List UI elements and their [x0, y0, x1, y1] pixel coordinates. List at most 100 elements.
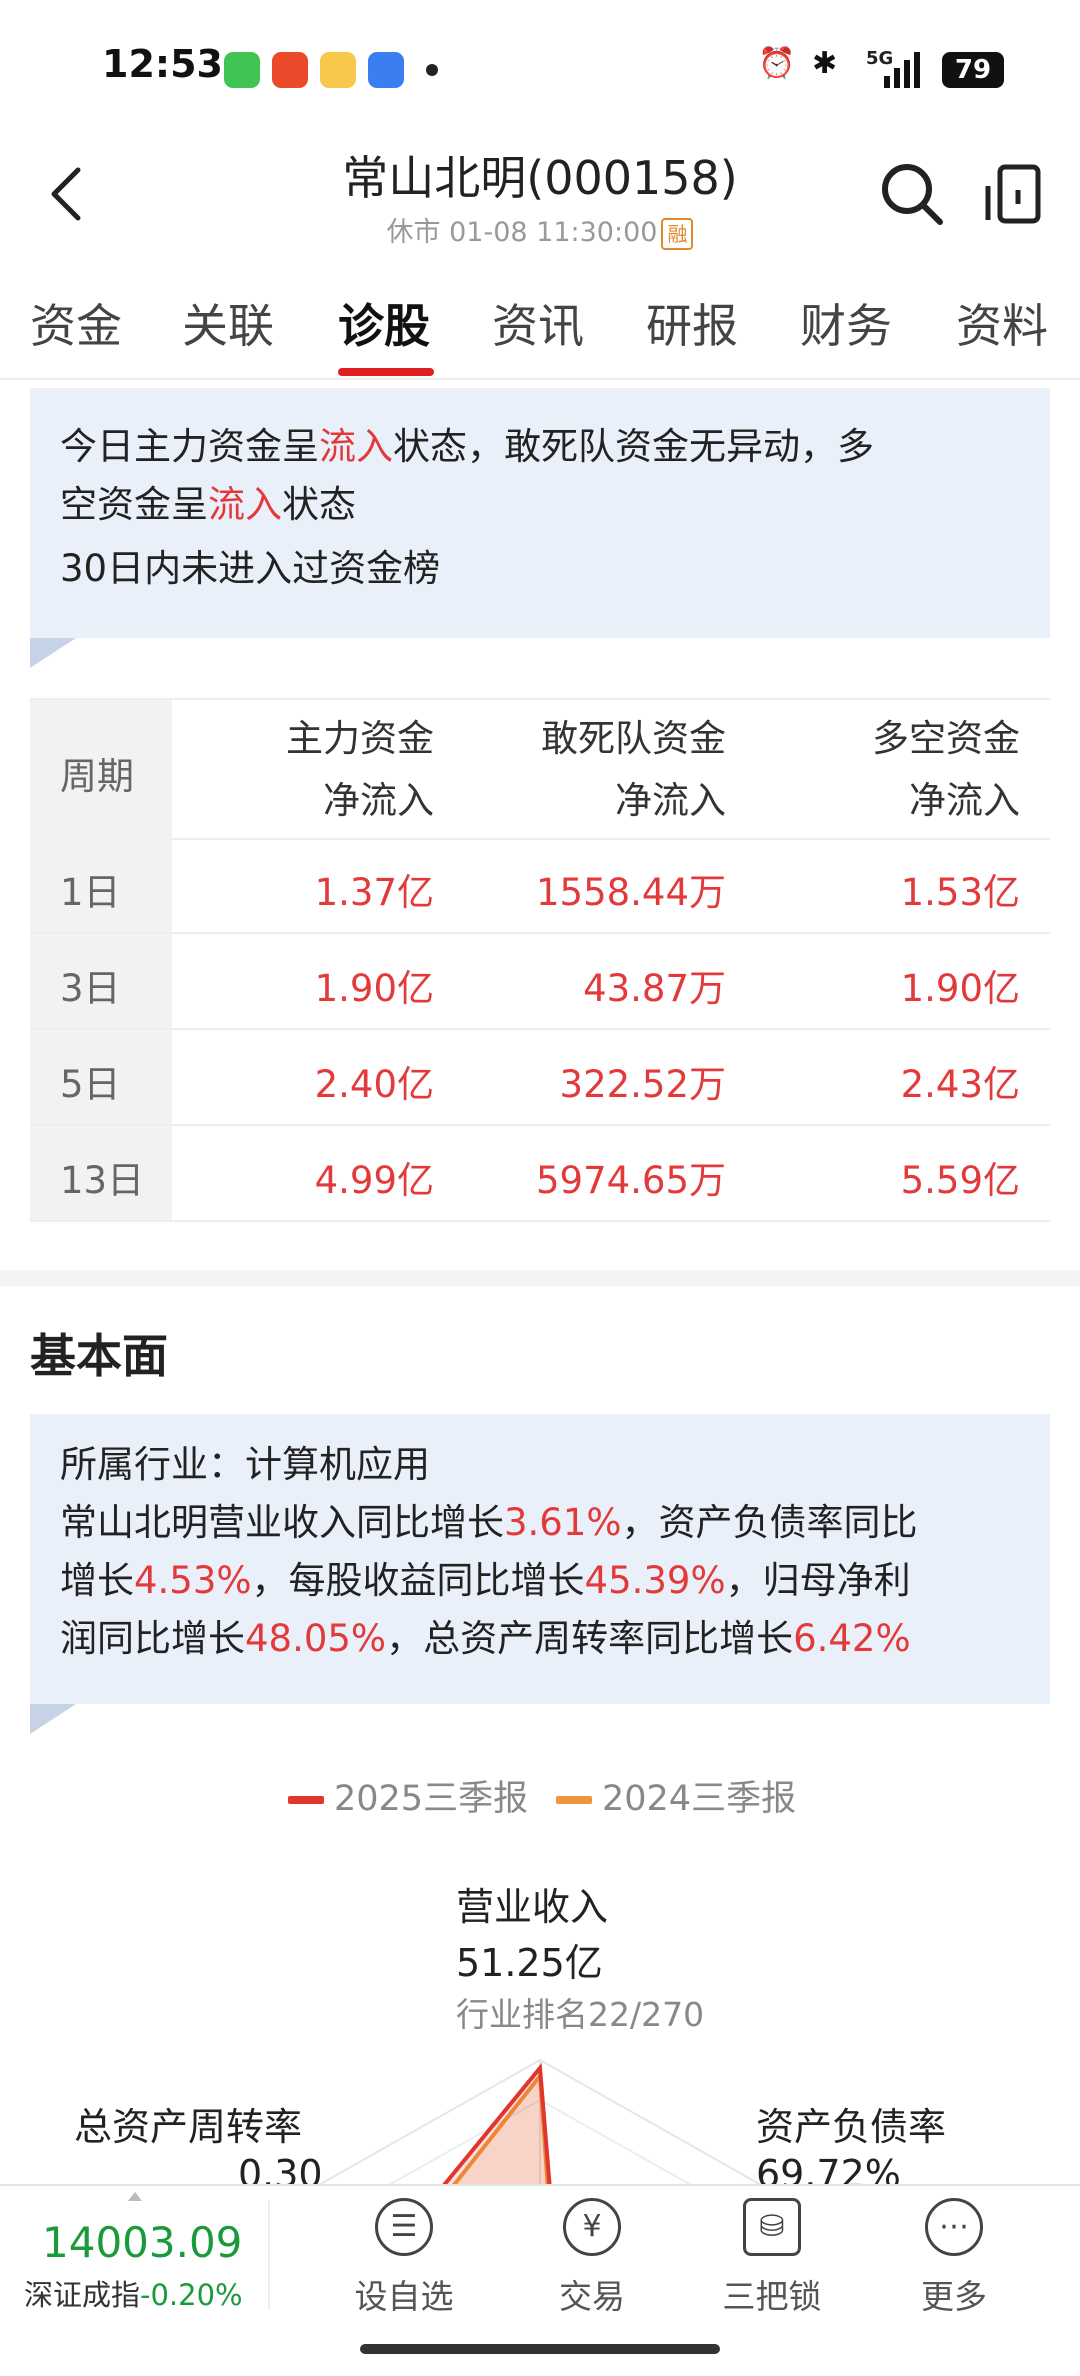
ls-flow-cell: 2.43亿 — [900, 1063, 1020, 1106]
legend-swatch — [556, 1796, 592, 1804]
summary-text: 今日主力资金呈 — [60, 425, 319, 468]
tab-bar: 资金 关联 诊股 资讯 研报 财务 资料 — [0, 290, 1080, 378]
bluetooth-icon: ✱ — [812, 46, 838, 81]
capital-summary-box: 今日主力资金呈流入状态，敢死队资金无异动，多 空资金呈流入状态 30日内未进入过… — [30, 388, 1050, 638]
nav-three-locks[interactable]: ⛁ 三把锁 — [702, 2198, 842, 2318]
fundamentals-box: 所属行业：计算机应用 常山北明营业收入同比增长3.61%，资产负债率同比 增长4… — [30, 1414, 1050, 1704]
nav-add-watchlist[interactable]: ☰ 设自选 — [334, 2198, 474, 2318]
nav-label: 三把锁 — [722, 2277, 822, 2316]
table-row[interactable]: 13日 4.99亿 5974.65万 5.59亿 — [30, 1126, 1050, 1222]
dare-flow-cell: 1558.44万 — [535, 871, 726, 914]
header-text: 主力资金 — [286, 717, 434, 760]
lock-icon: ⛁ — [743, 2198, 801, 2256]
tab-research[interactable]: 研报 — [646, 290, 738, 356]
fund-value: 3.61% — [504, 1501, 622, 1544]
table-header-row: 周期 主力资金 净流入 敢死队资金 净流入 多空资金 净流入 — [30, 698, 1050, 840]
search-icon[interactable] — [880, 162, 944, 226]
fund-text: ，总资产周转率同比增长 — [386, 1617, 794, 1660]
status-time: 12:53 — [102, 42, 223, 86]
period-header: 周期 — [60, 755, 134, 798]
radar-value-revenue: 51.25亿 — [456, 1941, 603, 1985]
summary-text: 状态 — [282, 483, 356, 526]
table-row[interactable]: 3日 1.90亿 43.87万 1.90亿 — [30, 934, 1050, 1030]
legend-label: 2025三季报 — [334, 1779, 529, 1819]
alarm-icon: ⏰ — [758, 46, 796, 81]
summary-line-3: 30日内未进入过资金榜 — [60, 547, 441, 590]
fund-value: 45.39% — [584, 1559, 726, 1602]
fund-text: ，资产负债率同比 — [621, 1501, 918, 1544]
yuan-icon: ¥ — [563, 2198, 621, 2256]
dare-flow-header: 敢死队资金 净流入 — [541, 708, 726, 832]
period-cell: 5日 — [60, 1063, 121, 1106]
legend-item-2024[interactable]: 2024三季报 — [556, 1770, 796, 1821]
list-icon: ☰ — [375, 2198, 433, 2256]
dare-flow-cell: 5974.65万 — [535, 1159, 726, 1202]
summary-text: 空资金呈 — [60, 483, 208, 526]
tab-diagnosis[interactable]: 诊股 — [338, 290, 430, 356]
period-cell: 13日 — [60, 1159, 145, 1202]
home-indicator[interactable] — [360, 2344, 720, 2354]
dare-flow-cell: 43.87万 — [583, 967, 726, 1010]
nav-more[interactable]: ⋯ 更多 — [884, 2198, 1024, 2318]
tab-funds[interactable]: 资金 — [30, 290, 122, 356]
tab-finance[interactable]: 财务 — [800, 290, 892, 356]
tab-news[interactable]: 资讯 — [492, 290, 584, 356]
header-text: 净流入 — [909, 779, 1020, 822]
inflow-highlight: 流入 — [319, 425, 393, 468]
index-name: 深证成指 — [24, 2278, 141, 2312]
summary-line-2: 空资金呈流入状态 — [60, 476, 356, 534]
fund-text: 常山北明营业收入同比增长 — [60, 1501, 504, 1544]
ls-flow-header: 多空资金 净流入 — [872, 708, 1020, 832]
more-icon: ⋯ — [925, 2198, 983, 2256]
signal-icon — [884, 52, 920, 88]
app-icon — [368, 52, 404, 88]
period-cell: 1日 — [60, 871, 121, 914]
taobao-icon — [272, 52, 308, 88]
divider — [268, 2200, 270, 2310]
main-flow-cell: 1.37亿 — [314, 871, 434, 914]
index-value[interactable]: 14003.09 — [42, 2218, 242, 2267]
header-text: 净流入 — [323, 779, 434, 822]
summary-line-1: 今日主力资金呈流入状态，敢死队资金无异动，多 — [60, 418, 874, 476]
fund-text: 润同比增长 — [60, 1617, 245, 1660]
legend-label: 2024三季报 — [602, 1779, 797, 1819]
expand-arrow-icon[interactable] — [128, 2192, 142, 2201]
active-tab-indicator — [338, 368, 434, 376]
inflow-highlight: 流入 — [208, 483, 282, 526]
share-icon[interactable] — [984, 164, 1042, 224]
section-gap — [0, 1270, 1080, 1286]
header-text: 多空资金 — [872, 717, 1020, 760]
table-row[interactable]: 1日 1.37亿 1558.44万 1.53亿 — [30, 838, 1050, 934]
table-row[interactable]: 5日 2.40亿 322.52万 2.43亿 — [30, 1030, 1050, 1126]
battery-icon: 79 — [942, 52, 1004, 88]
index-ticker[interactable]: 深证成指-0.20% — [24, 2272, 243, 2314]
radar-label-revenue: 营业收入 — [456, 1885, 609, 1929]
index-change: -0.20% — [140, 2278, 243, 2312]
dare-flow-cell: 322.52万 — [559, 1063, 726, 1106]
fund-value: 4.53% — [134, 1559, 252, 1602]
bubble-tail — [30, 1704, 76, 1734]
industry-text: 所属行业：计算机应用 — [60, 1443, 430, 1486]
fundamentals-line-4: 润同比增长48.05%，总资产周转率同比增长6.42% — [60, 1610, 911, 1668]
wechat-icon — [224, 52, 260, 88]
legend-item-2025[interactable]: 2025三季报 — [288, 1770, 528, 1821]
header-text: 敢死队资金 — [541, 717, 726, 760]
nav-trade[interactable]: ¥ 交易 — [522, 2198, 662, 2318]
nav-label: 设自选 — [354, 2277, 454, 2316]
tab-profile[interactable]: 资料 — [956, 290, 1048, 356]
margin-badge: 融 — [661, 217, 694, 250]
main-flow-cell: 4.99亿 — [314, 1159, 434, 1202]
market-status-text: 休市 01-08 11:30:00 — [386, 217, 658, 248]
main-flow-cell: 2.40亿 — [314, 1063, 434, 1106]
fund-value: 48.05% — [245, 1617, 387, 1660]
fundamentals-line-3: 增长4.53%，每股收益同比增长45.39%，归母净利 — [60, 1552, 911, 1610]
legend-swatch — [288, 1796, 324, 1804]
nav-label: 更多 — [921, 2277, 987, 2316]
bubble-tail — [30, 638, 76, 668]
fund-text: ，归母净利 — [725, 1559, 911, 1602]
radar-label-debt-ratio: 资产负债率 — [756, 2105, 947, 2149]
summary-text: 状态，敢死队资金无异动，多 — [393, 425, 874, 468]
fundamentals-line-2: 常山北明营业收入同比增长3.61%，资产负债率同比 — [60, 1494, 918, 1552]
tab-related[interactable]: 关联 — [182, 290, 274, 356]
weibo-icon — [320, 52, 356, 88]
